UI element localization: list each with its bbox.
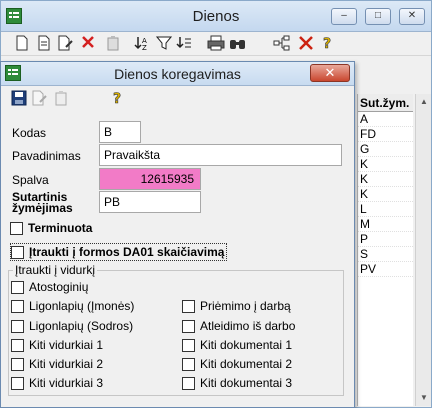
main-toolbar: AZ ?	[1, 32, 431, 56]
ligonlapiu-imones-label: Ligonlapių (Įmonės)	[29, 299, 135, 313]
paste-icon[interactable]	[105, 35, 123, 53]
svg-text:?: ?	[113, 91, 121, 106]
itraukti-da01-label: Įtraukti į formos DA01 skaičiavimą	[29, 245, 225, 259]
tools-icon[interactable]	[297, 35, 315, 53]
scroll-up-icon[interactable]: ▲	[416, 94, 432, 110]
kiti-vidurkiai-2-label: Kiti vidurkiai 2	[29, 357, 104, 371]
grid-cell[interactable]: G	[358, 142, 413, 157]
priemimo-checkbox[interactable]: Priėmimo į darbą	[182, 299, 291, 313]
dialog-titlebar: Dienos koregavimas ✕	[1, 62, 354, 86]
kiti-vidurkiai-3-checkbox[interactable]: Kiti vidurkiai 3	[11, 376, 103, 390]
kiti-vidurkiai-1-checkbox[interactable]: Kiti vidurkiai 1	[11, 338, 103, 352]
copy-doc-icon[interactable]	[35, 35, 53, 53]
checkbox-box[interactable]	[11, 299, 24, 313]
find-icon[interactable]	[229, 35, 247, 53]
dialog-title: Dienos koregavimas	[114, 66, 241, 82]
grid-cell[interactable]: K	[358, 172, 413, 187]
help-icon[interactable]: ?	[109, 90, 127, 108]
kiti-dokumentai-2-label: Kiti dokumentai 2	[200, 357, 293, 371]
grid-cell[interactable]: A	[358, 112, 413, 127]
kiti-vidurkiai-3-label: Kiti vidurkiai 3	[29, 376, 104, 390]
include-in-average-group: Įtraukti į vidurkį Atostoginių Ligonlapi…	[8, 263, 344, 396]
grid-scrollbar[interactable]: ▲ ▼	[415, 94, 431, 406]
grid-cell[interactable]: PV	[358, 262, 413, 277]
copy-disabled-icon	[53, 90, 71, 108]
grid-cell[interactable]: L	[358, 202, 413, 217]
checkbox-box[interactable]	[11, 245, 24, 259]
grid-cell[interactable]: M	[358, 217, 413, 232]
kiti-vidurkiai-2-checkbox[interactable]: Kiti vidurkiai 2	[11, 357, 103, 371]
ligonlapiu-imones-checkbox[interactable]: Ligonlapių (Įmonės)	[11, 299, 134, 313]
spalva-field[interactable]: 12615935	[99, 168, 201, 190]
checkbox-box[interactable]	[182, 319, 195, 333]
delete-icon[interactable]	[79, 35, 97, 53]
priemimo-label: Priėmimo į darbą	[200, 299, 291, 313]
kiti-dokumentai-1-checkbox[interactable]: Kiti dokumentai 1	[182, 338, 292, 352]
atleidimo-label: Atleidimo iš darbo	[200, 319, 296, 333]
ligonlapiu-sodros-label: Ligonlapių (Sodros)	[29, 319, 134, 333]
checkbox-box[interactable]	[11, 376, 24, 390]
print-icon[interactable]	[207, 35, 225, 53]
svg-text:?: ?	[323, 36, 331, 51]
atleidimo-checkbox[interactable]: Atleidimo iš darbo	[182, 319, 295, 333]
pavadinimas-label: Pavadinimas	[12, 149, 81, 163]
close-button[interactable]: ✕	[399, 8, 425, 25]
dialog-toolbar: ?	[1, 87, 354, 111]
kiti-vidurkiai-1-label: Kiti vidurkiai 1	[29, 338, 104, 352]
minimize-button[interactable]: –	[331, 8, 357, 25]
checkbox-box[interactable]	[182, 338, 195, 352]
kodas-label: Kodas	[12, 126, 47, 140]
svg-text:Z: Z	[142, 44, 147, 51]
sutartinis-label-2: žymėjimas	[12, 201, 73, 215]
new-icon[interactable]	[13, 35, 31, 53]
spalva-label: Spalva	[12, 173, 49, 187]
sort-icon[interactable]: AZ	[133, 35, 151, 53]
help-icon[interactable]: ?	[319, 35, 337, 53]
edit-disabled-icon	[31, 90, 49, 108]
filter-icon[interactable]	[155, 35, 173, 53]
terminuota-checkbox[interactable]: Terminuota	[10, 221, 92, 235]
save-icon[interactable]	[10, 90, 28, 108]
terminuota-label: Terminuota	[28, 221, 93, 235]
atostoginiu-checkbox[interactable]: Atostoginių	[11, 280, 88, 294]
checkbox-box[interactable]	[10, 221, 23, 235]
atostoginiu-label: Atostoginių	[29, 280, 89, 294]
list-icon[interactable]	[175, 35, 193, 53]
grid-cell[interactable]: S	[358, 247, 413, 262]
grid-cell[interactable]: K	[358, 187, 413, 202]
checkbox-box[interactable]	[11, 338, 24, 352]
edit-day-dialog: Dienos koregavimas ✕ ? Kodas B Pavadinim…	[0, 61, 355, 408]
pavadinimas-field[interactable]: Pravaikšta	[99, 144, 342, 166]
kiti-dokumentai-3-checkbox[interactable]: Kiti dokumentai 3	[182, 376, 292, 390]
kiti-dokumentai-1-label: Kiti dokumentai 1	[200, 338, 293, 352]
grid-cell[interactable]: FD	[358, 127, 413, 142]
kiti-dokumentai-3-label: Kiti dokumentai 3	[200, 376, 293, 390]
grid-cell[interactable]: K	[358, 157, 413, 172]
checkbox-box[interactable]	[11, 280, 24, 294]
checkbox-box[interactable]	[182, 357, 195, 371]
background-grid: Sut.žym. A FD G K K K L M P S PV	[357, 94, 413, 406]
kiti-dokumentai-2-checkbox[interactable]: Kiti dokumentai 2	[182, 357, 292, 371]
group-title: Įtraukti į vidurkį	[13, 263, 98, 277]
grid-header-sut-zym[interactable]: Sut.žym.	[358, 94, 413, 112]
itraukti-da01-checkbox[interactable]: Įtraukti į formos DA01 skaičiavimą	[10, 243, 228, 261]
main-titlebar: Dienos – □ ✕	[1, 1, 431, 32]
scroll-down-icon[interactable]: ▼	[416, 390, 432, 406]
grid-cell[interactable]: P	[358, 232, 413, 247]
checkbox-box[interactable]	[182, 376, 195, 390]
checkbox-box[interactable]	[11, 319, 24, 333]
maximize-button[interactable]: □	[365, 8, 391, 25]
ligonlapiu-sodros-checkbox[interactable]: Ligonlapių (Sodros)	[11, 319, 133, 333]
sutartinis-field[interactable]: PB	[99, 191, 201, 213]
checkbox-box[interactable]	[11, 357, 24, 371]
tree-icon[interactable]	[273, 35, 291, 53]
checkbox-box[interactable]	[182, 299, 195, 313]
dialog-close-button[interactable]: ✕	[310, 64, 350, 82]
edit-icon[interactable]	[57, 35, 75, 53]
kodas-field[interactable]: B	[99, 121, 141, 143]
